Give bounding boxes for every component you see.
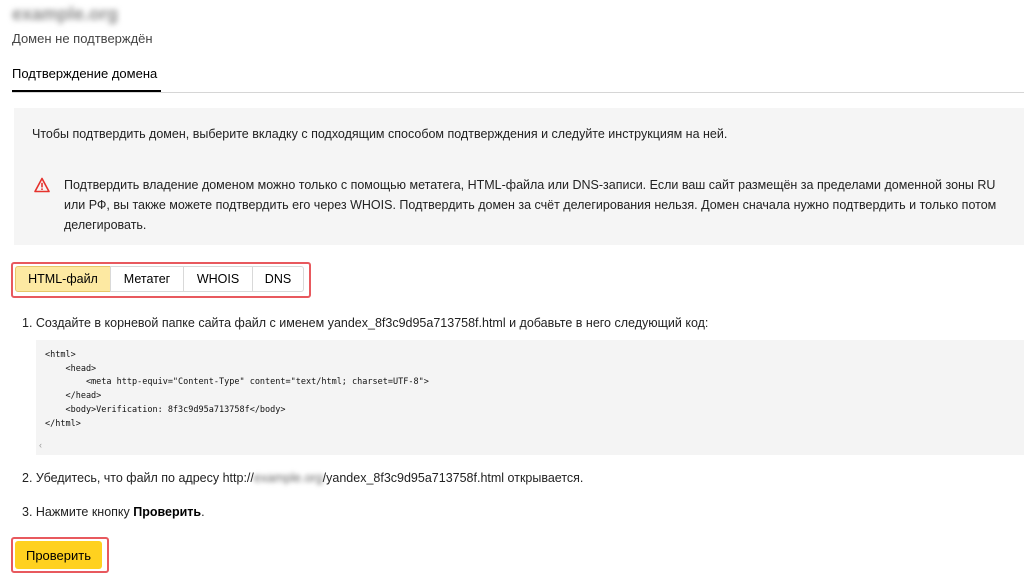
tab-dns[interactable]: DNS	[252, 266, 304, 292]
method-tabs: HTML-файл Метатег WHOIS DNS	[15, 266, 304, 292]
step-3-bold: Проверить	[133, 505, 202, 519]
code-line: </html>	[45, 418, 81, 429]
tab-metatag[interactable]: Метатег	[110, 266, 184, 292]
code-line: <html>	[45, 350, 76, 360]
step-2-text: 2. Убедитесь, что файл по адресу http://…	[22, 471, 583, 485]
tab-bar: Подтверждение домена	[12, 66, 1024, 93]
verification-code[interactable]: <html> <head> <meta http-equiv="Content-…	[45, 349, 429, 431]
domain-status: Домен не подтверждён	[12, 31, 153, 46]
step-2-prefix: 2. Убедитесь, что файл по адресу http://	[22, 471, 254, 485]
step-1-text: 1. Создайте в корневой папке сайта файл …	[22, 316, 709, 330]
tab-domain-verification[interactable]: Подтверждение домена	[12, 66, 161, 92]
tab-whois[interactable]: WHOIS	[183, 266, 253, 292]
step-2-suffix: /yandex_8f3c9d95a713758f.html открываетс…	[322, 471, 584, 485]
code-line: <meta http-equiv="Content-Type" content=…	[45, 377, 429, 388]
code-line: <body>Verification: 8f3c9d95a713758f</bo…	[45, 404, 286, 415]
warning-text: Подтвердить владение доменом можно тольк…	[64, 178, 997, 232]
check-button[interactable]: Проверить	[15, 541, 102, 569]
step-3-suffix: .	[201, 505, 205, 519]
step-3-text: 3. Нажмите кнопку Проверить.	[22, 505, 205, 519]
code-line: <head>	[45, 363, 97, 374]
warning-icon	[34, 177, 50, 193]
scroll-left-arrow-icon[interactable]: ‹	[39, 440, 42, 450]
code-line: </head>	[45, 391, 102, 402]
domain-name: example.org	[12, 4, 119, 24]
tab-html-file[interactable]: HTML-файл	[15, 266, 111, 292]
step-2-domain: example.org	[253, 471, 323, 485]
info-intro: Чтобы подтвердить домен, выберите вкладк…	[32, 127, 728, 141]
code-block[interactable]: <html> <head> <meta http-equiv="Content-…	[36, 340, 1024, 455]
step-3-prefix: 3. Нажмите кнопку	[22, 505, 134, 519]
info-panel: Чтобы подтвердить домен, выберите вкладк…	[14, 108, 1024, 245]
